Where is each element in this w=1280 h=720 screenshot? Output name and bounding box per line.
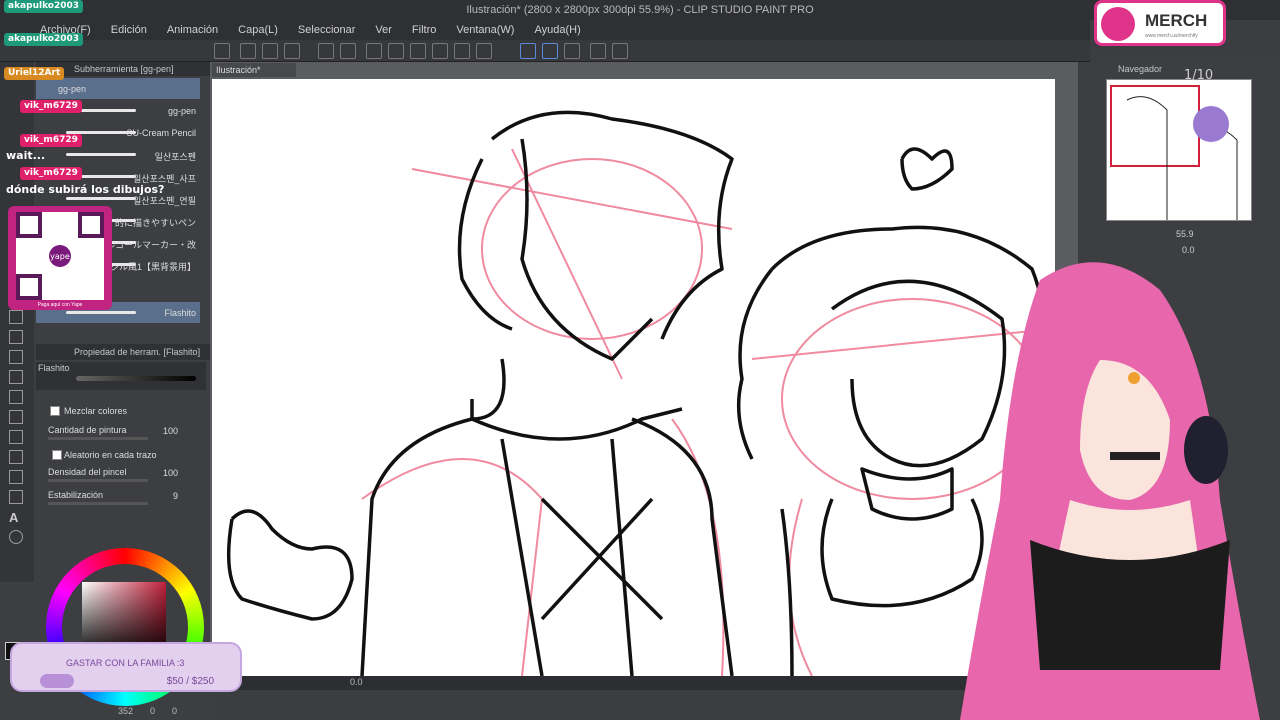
crop-icon[interactable] [432,43,448,59]
grid-icon[interactable] [454,43,470,59]
gradient-tool-icon[interactable] [9,430,23,444]
redo-icon[interactable] [340,43,356,59]
move-tool-icon[interactable] [9,330,23,344]
checkbox-icon[interactable] [50,406,60,416]
menu-filter[interactable]: Filtro [412,24,436,36]
stabilization-slider[interactable]: Estabilización 9 [40,489,206,507]
blend-tool-icon[interactable] [9,370,23,384]
status-coord: 352 [118,706,134,716]
chat-message: wait... [6,149,46,162]
menu-animation[interactable]: Animación [167,24,218,36]
pen-tool-icon[interactable] [9,310,23,324]
fill-icon[interactable] [388,43,404,59]
yape-qr-code: yape Paga aquí con Yape [8,206,112,310]
tool-property-header: Propiedad de herram. [Flashito] [36,344,210,360]
checkbox-icon[interactable] [52,450,62,460]
chat-message: dónde subirá los dibujos? [6,183,165,196]
chat-user: vik_m6729 [20,100,82,113]
brush-item[interactable]: gg-pen [36,78,200,99]
open-icon[interactable] [240,43,256,59]
menu-window[interactable]: Ventana(W) [456,24,514,36]
random-each-stroke-option[interactable]: Aleatorio en cada trazo [40,448,206,466]
mix-colors-option[interactable]: Mezclar colores [40,404,206,422]
document-tab[interactable]: Ilustración* [212,63,296,77]
qr-brand: yape [50,252,70,261]
command-bar [0,40,1090,62]
menu-select[interactable]: Seleccionar [298,24,355,36]
window-title: Ilustración* (2800 x 2800px 300dpi 55.9%… [466,4,814,16]
goal-title: GASTAR CON LA FAMILIA :3 [66,658,185,668]
select-tool-icon[interactable] [9,390,23,404]
spinner-icon[interactable] [366,43,382,59]
snap-special-icon[interactable] [564,43,580,59]
help-icon[interactable] [612,43,628,59]
status-coord: 0 [150,706,156,716]
menu-bar: Archivo(F) Edición Animación Capa(L) Sel… [0,20,1090,40]
brush-item[interactable]: 일산포스펜 [36,144,200,165]
transform-icon[interactable] [410,43,426,59]
frame-tool-icon[interactable] [9,470,23,484]
merch-banner: MERCH www.merch.us/merchify [1094,0,1226,46]
snap-ruler-icon[interactable] [542,43,558,59]
undo-icon[interactable] [318,43,334,59]
merch-label: MERCH [1145,11,1208,30]
menu-view[interactable]: Ver [375,24,392,36]
qr-caption: Paga aquí con Yape [37,302,83,308]
brush-preview: Flashito [36,362,206,390]
snap-icon[interactable] [520,43,536,59]
merch-url: www.merch.us/merchify [1145,33,1198,39]
chat-user: akapulko2003 [4,0,84,13]
status-coord: 0 [172,706,178,716]
fill-tool-icon[interactable] [9,410,23,424]
qr-pattern: yape [16,212,104,300]
donation-goal: GASTAR CON LA FAMILIA :3 $50 / $250 [10,642,242,692]
goal-progress-bar [40,674,74,688]
chat-user: vik_m6729 [20,134,82,147]
chat-user: akapulko2003 [4,33,84,46]
menu-help[interactable]: Ayuda(H) [534,24,580,36]
ruler-tool-icon[interactable] [9,490,23,504]
brush-density-slider[interactable]: Densidad del pincel 100 [40,466,206,484]
text-tool-icon[interactable]: A [9,510,23,525]
ruler-icon[interactable] [476,43,492,59]
paint-amount-slider[interactable]: Cantidad de pintura 100 [40,424,206,442]
save-icon[interactable] [262,43,278,59]
zoom-readout: 0.0 [350,677,363,687]
page-counter: 1/10 [1184,68,1214,83]
balloon-tool-icon[interactable] [9,530,23,544]
menu-layer[interactable]: Capa(L) [238,24,278,36]
settings-icon[interactable] [590,43,606,59]
eraser-tool-icon[interactable] [9,350,23,364]
chat-user: Uriel12Art [4,67,65,80]
chat-user: vik_m6729 [20,167,82,180]
new-file-icon[interactable] [214,43,230,59]
goal-amount: $50 / $250 [166,676,214,687]
vtuber-avatar [960,262,1260,720]
menu-edit[interactable]: Edición [111,24,147,36]
title-bar: Ilustración* (2800 x 2800px 300dpi 55.9%… [0,0,1280,20]
export-icon[interactable] [284,43,300,59]
line-tool-icon[interactable] [9,450,23,464]
merch-logo-icon [1101,7,1135,41]
